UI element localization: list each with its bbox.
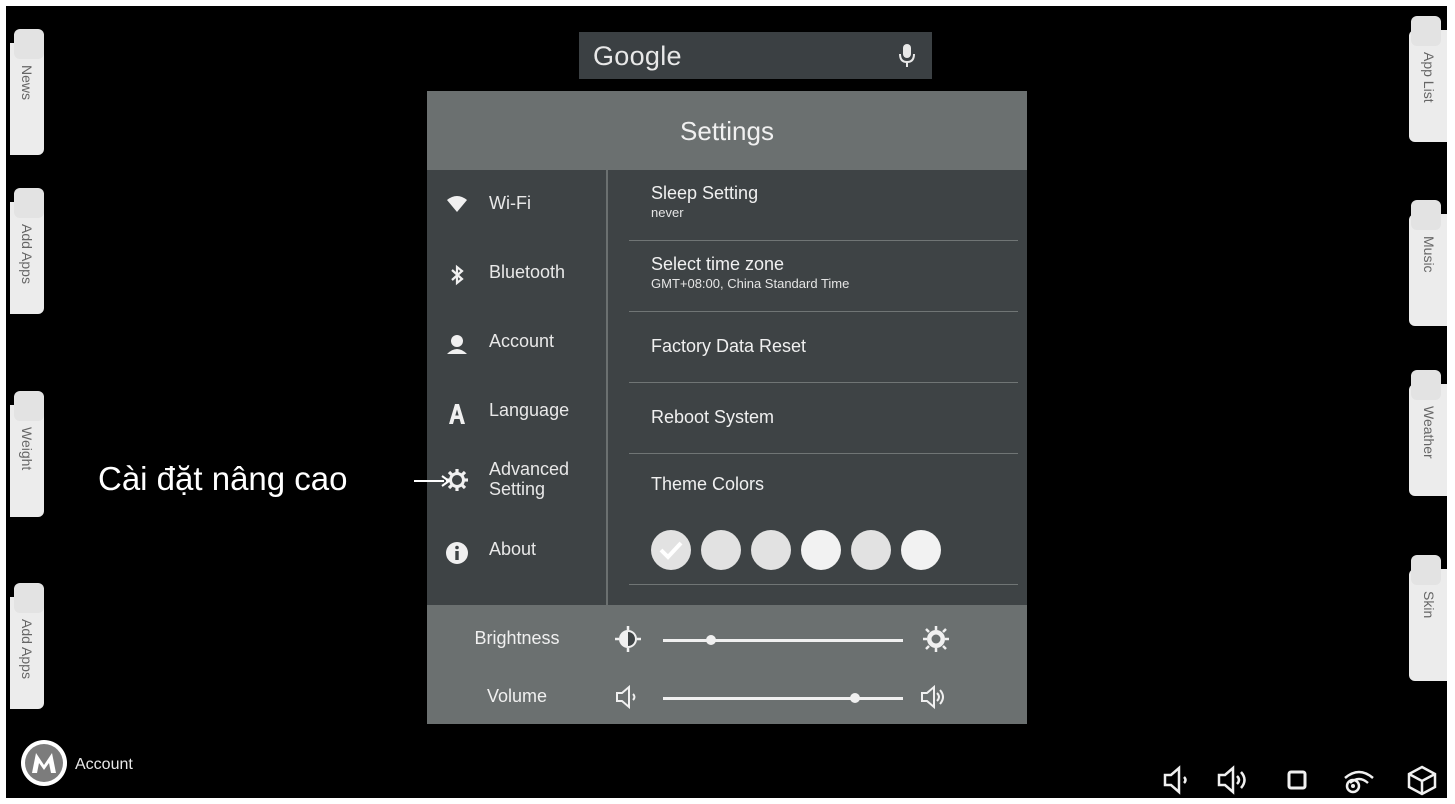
volume-up-icon[interactable] xyxy=(1216,764,1252,796)
settings-title: Settings xyxy=(680,116,774,146)
palette-icon xyxy=(1411,555,1441,585)
row-title: Sleep Setting xyxy=(651,183,759,203)
side-tab-label: News xyxy=(19,65,35,101)
info-icon xyxy=(446,542,468,564)
settings-panel: Settings Wi-Fi Bluetooth Account Languag… xyxy=(427,91,1027,724)
sidebar-item-about[interactable]: About xyxy=(427,518,606,578)
checkmark-icon xyxy=(659,541,683,560)
volume-high-icon xyxy=(921,684,944,710)
sidebar-item-label: Account xyxy=(489,331,555,351)
wifi-settings-icon[interactable] xyxy=(1341,764,1377,796)
row-title: Select time zone xyxy=(651,254,785,274)
brightness-label: Brightness xyxy=(474,628,560,648)
side-tab-label: Weight xyxy=(19,427,35,471)
row-title: Reboot System xyxy=(651,407,775,427)
side-tab-add-apps[interactable]: Add Apps xyxy=(10,188,44,314)
settings-sidebar: Wi-Fi Bluetooth Account Language Advance… xyxy=(427,170,608,605)
square-icon[interactable] xyxy=(1279,764,1315,796)
theme-swatch-3[interactable] xyxy=(751,530,791,570)
brightness-low-icon xyxy=(615,626,641,652)
theme-color-swatches xyxy=(651,530,951,572)
sidebar-item-label: Advanced xyxy=(489,459,570,479)
wifi-icon xyxy=(447,196,467,212)
bluetooth-icon xyxy=(451,264,464,286)
volume-slider-knob[interactable] xyxy=(850,693,860,703)
sun-icon xyxy=(1411,370,1441,400)
side-tab-label: Music xyxy=(1421,236,1437,273)
volume-low-icon xyxy=(616,684,636,710)
side-tab-label: App List xyxy=(1421,52,1437,103)
brightness-slider-track[interactable] xyxy=(663,639,903,642)
side-tab-skin[interactable]: Skin xyxy=(1409,555,1447,681)
sidebar-item-advanced-setting[interactable]: Advanced Setting xyxy=(427,449,606,509)
account-label[interactable]: Account xyxy=(75,756,133,774)
sidebar-item-label: Language xyxy=(489,400,570,420)
side-tab-weight[interactable]: Weight xyxy=(10,391,44,517)
language-a-icon xyxy=(449,404,465,424)
sidebar-item-account[interactable]: Account xyxy=(427,310,606,370)
sidebar-item-label: Wi-Fi xyxy=(489,193,531,213)
plus-icon xyxy=(14,583,44,613)
volume-label: Volume xyxy=(486,686,548,706)
sidebar-item-label: Bluetooth xyxy=(489,262,566,282)
google-search-bar[interactable]: Google xyxy=(579,32,932,79)
sidebar-item-label-line2: Setting xyxy=(489,479,546,499)
theme-swatch-4[interactable] xyxy=(801,530,841,570)
setting-row-factory-reset[interactable]: Factory Data Reset xyxy=(629,312,1018,383)
row-subtitle: never xyxy=(651,205,684,220)
volume-slider-track[interactable] xyxy=(663,697,903,700)
side-tab-app-list[interactable]: App List xyxy=(1409,16,1447,142)
row-title: Theme Colors xyxy=(651,474,765,494)
settings-content: Sleep Setting never Select time zone GMT… xyxy=(608,170,1027,605)
settings-header: Settings xyxy=(427,91,1027,170)
account-logo-icon[interactable] xyxy=(18,737,70,789)
scale-icon xyxy=(14,391,44,421)
rss-icon xyxy=(14,29,44,59)
side-tab-label: Weather xyxy=(1421,406,1437,459)
side-tab-weather[interactable]: Weather xyxy=(1409,370,1447,496)
controls-area: Brightness Volume xyxy=(427,605,1027,724)
side-tab-add-apps-2[interactable]: Add Apps xyxy=(10,583,44,709)
theme-swatch-2[interactable] xyxy=(701,530,741,570)
google-logo: Google xyxy=(593,41,682,71)
side-tab-music[interactable]: Music xyxy=(1409,200,1447,326)
theme-swatch-1[interactable] xyxy=(651,530,691,570)
side-tab-label: Skin xyxy=(1421,591,1437,619)
grid-icon xyxy=(1411,16,1441,46)
plus-icon xyxy=(14,188,44,218)
theme-swatch-6[interactable] xyxy=(901,530,941,570)
row-title: Factory Data Reset xyxy=(651,336,807,356)
side-tab-label: Add Apps xyxy=(19,224,35,284)
brightness-slider-knob[interactable] xyxy=(706,635,716,645)
user-icon xyxy=(447,335,467,354)
row-subtitle: GMT+08:00, China Standard Time xyxy=(651,276,850,291)
cube-icon[interactable] xyxy=(1404,764,1440,796)
theme-swatch-5[interactable] xyxy=(851,530,891,570)
setting-row-sleep[interactable]: Sleep Setting never xyxy=(629,170,1018,241)
sidebar-item-wifi[interactable]: Wi-Fi xyxy=(427,172,606,232)
screen: News Add Apps Weight Add Apps App List M… xyxy=(6,6,1447,798)
setting-row-time-zone[interactable]: Select time zone GMT+08:00, China Standa… xyxy=(629,241,1018,312)
brightness-high-icon xyxy=(923,626,949,652)
annotation-arrow-icon xyxy=(414,475,450,487)
annotation-label: Cài đặt nâng cao xyxy=(98,460,348,497)
microphone-icon[interactable] xyxy=(896,43,918,69)
sidebar-item-label: About xyxy=(489,539,537,559)
side-tab-news[interactable]: News xyxy=(10,29,44,155)
side-tab-label: Add Apps xyxy=(19,619,35,679)
volume-down-icon[interactable] xyxy=(1161,764,1197,796)
music-note-icon xyxy=(1411,200,1441,230)
sidebar-item-bluetooth[interactable]: Bluetooth xyxy=(427,241,606,301)
setting-row-reboot[interactable]: Reboot System xyxy=(629,383,1018,454)
sidebar-item-language[interactable]: Language xyxy=(427,379,606,439)
